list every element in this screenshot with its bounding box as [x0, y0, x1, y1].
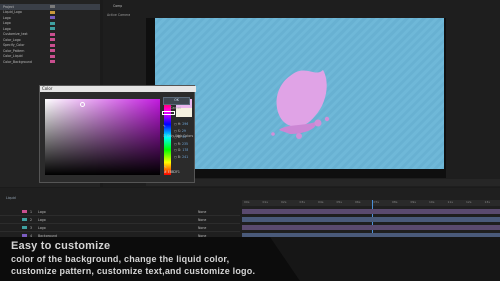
- color-field-value: 241: [182, 154, 189, 159]
- label-color-swatch: [50, 32, 55, 36]
- timeline-tab[interactable]: Liquid: [6, 196, 16, 200]
- layer-label-color[interactable]: [22, 218, 27, 221]
- layer-label-color[interactable]: [22, 210, 27, 213]
- liquid-logo-drop: [271, 70, 330, 139]
- label-color-swatch: [50, 10, 55, 14]
- cancel-button[interactable]: Cancel: [163, 106, 188, 111]
- layer-duration-bar[interactable]: [242, 209, 500, 214]
- eyedropper-tool-icon[interactable]: ✎: [163, 124, 166, 128]
- project-item-label: Color_Pattern: [3, 48, 25, 53]
- label-color-swatch: [50, 60, 55, 64]
- ruler-tick-label: 07s: [373, 200, 379, 204]
- ruler-tick-label: 10s: [429, 200, 435, 204]
- ruler-tick-label: 01s: [262, 200, 268, 204]
- layer-number: 3: [30, 225, 33, 230]
- hex-field[interactable]: # EBB2F1: [164, 170, 180, 174]
- layer-row[interactable]: 2 Logo None: [0, 216, 240, 224]
- ruler-tick-label: 05s: [336, 200, 342, 204]
- hue-slider-handle[interactable]: [162, 111, 175, 115]
- layer-label-color[interactable]: [22, 226, 27, 229]
- time-ruler[interactable]: 00s 01s 02s 03s 04s 05s 06s 07s 08s 09s 10s 11s 12s 1…: [242, 200, 500, 206]
- comp-toolbar: [146, 179, 500, 186]
- comp-viewer[interactable]: [155, 18, 444, 169]
- ruler-tick-label: 00s: [244, 200, 250, 204]
- caption-title: Easy to customize: [11, 240, 111, 252]
- layer-number: 1: [30, 209, 33, 214]
- layer-row[interactable]: 1 Logo None: [0, 208, 240, 216]
- color-field-label: ○ B:: [174, 154, 183, 159]
- layer-row[interactable]: 3 Logo None: [0, 224, 240, 232]
- eyedropper-icon[interactable]: ✎: [164, 165, 167, 169]
- ruler-tick-label: 08s: [392, 200, 398, 204]
- color-field-b[interactable]: ○ B: 241: [174, 155, 188, 162]
- label-color-swatch: [50, 49, 55, 53]
- only-web-colors-checkbox[interactable]: ☐ Only Web Colors: [163, 134, 193, 138]
- ruler-tick-label: 03s: [299, 200, 305, 204]
- hex-value: EBB2F1: [167, 170, 180, 174]
- caption-line-2: color of the background, change the liqu…: [11, 254, 230, 264]
- label-color-swatch: [50, 43, 55, 47]
- label-color-swatch: [50, 16, 55, 20]
- ruler-tick-label: 12s: [466, 200, 472, 204]
- color-field-value: 235: [182, 141, 189, 146]
- comp-tab[interactable]: Comp: [113, 4, 122, 8]
- dialog-title-text: Color: [42, 86, 53, 91]
- project-item-label: Project: [3, 4, 14, 9]
- label-color-swatch: [50, 27, 55, 31]
- layer-duration-bar[interactable]: [242, 217, 500, 222]
- ruler-tick-label: 13s: [484, 200, 490, 204]
- color-field-value: 29: [181, 128, 186, 133]
- label-color-swatch: [50, 54, 55, 58]
- project-item-label: Color_Logo: [3, 37, 21, 42]
- ruler-tick-label: 09s: [410, 200, 416, 204]
- project-item-label: Customize_text: [3, 32, 28, 37]
- project-item-label: Color_Background: [3, 59, 32, 64]
- project-item-label: Liquid_Logo: [3, 10, 22, 15]
- project-item-label: Specify_Color: [3, 43, 25, 48]
- layer-name[interactable]: Logo: [38, 226, 158, 230]
- saturation-brightness-field[interactable]: [45, 99, 160, 175]
- dialog-title: Color: [40, 86, 196, 92]
- project-item-label: Logo: [3, 26, 11, 31]
- caption-line-3: customize pattern, customize text,and cu…: [11, 266, 256, 276]
- project-item-label: Color_Liquid: [3, 54, 23, 59]
- label-color-swatch: [50, 5, 55, 9]
- caption-overlay: Easy to customize color of the backgroun…: [0, 237, 500, 281]
- layer-name[interactable]: Logo: [38, 210, 158, 214]
- project-item-label: Logo: [3, 21, 11, 26]
- project-item-label: Logo: [3, 15, 11, 20]
- layer-number: 2: [30, 217, 33, 222]
- only-web-colors-label: Only Web Colors: [166, 134, 194, 138]
- active-camera-label: Active Camera: [107, 13, 131, 17]
- project-list: Project Liquid_Logo Logo Logo Logo Customize_…: [0, 0, 100, 65]
- layer-parent-mode[interactable]: None: [198, 226, 206, 230]
- color-field-value: 296: [182, 122, 189, 126]
- color-field-label: ○ R:: [174, 141, 182, 146]
- label-color-swatch: [50, 38, 55, 42]
- ruler-tick-label: 02s: [281, 200, 287, 204]
- color-field-value: 178: [182, 148, 189, 152]
- ruler-tick-label: 04s: [318, 200, 324, 204]
- layer-parent-mode[interactable]: None: [198, 218, 206, 222]
- ok-button[interactable]: OK: [163, 97, 190, 105]
- layer-parent-mode[interactable]: None: [198, 210, 206, 214]
- picker-cursor[interactable]: [80, 102, 85, 107]
- ruler-tick-label: 06s: [355, 200, 361, 204]
- layer-name[interactable]: Logo: [38, 218, 158, 222]
- project-item[interactable]: Color_Background: [0, 59, 100, 65]
- color-fields: ○ H: 296 ○ S: 29 ○ B: 95 ○ R: 235 ○ G: 178 ○ …: [174, 122, 188, 161]
- color-field-label: ○ S:: [174, 128, 182, 133]
- layer-duration-bar[interactable]: [242, 225, 500, 230]
- ruler-tick-label: 11s: [447, 200, 453, 204]
- label-color-swatch: [50, 21, 55, 25]
